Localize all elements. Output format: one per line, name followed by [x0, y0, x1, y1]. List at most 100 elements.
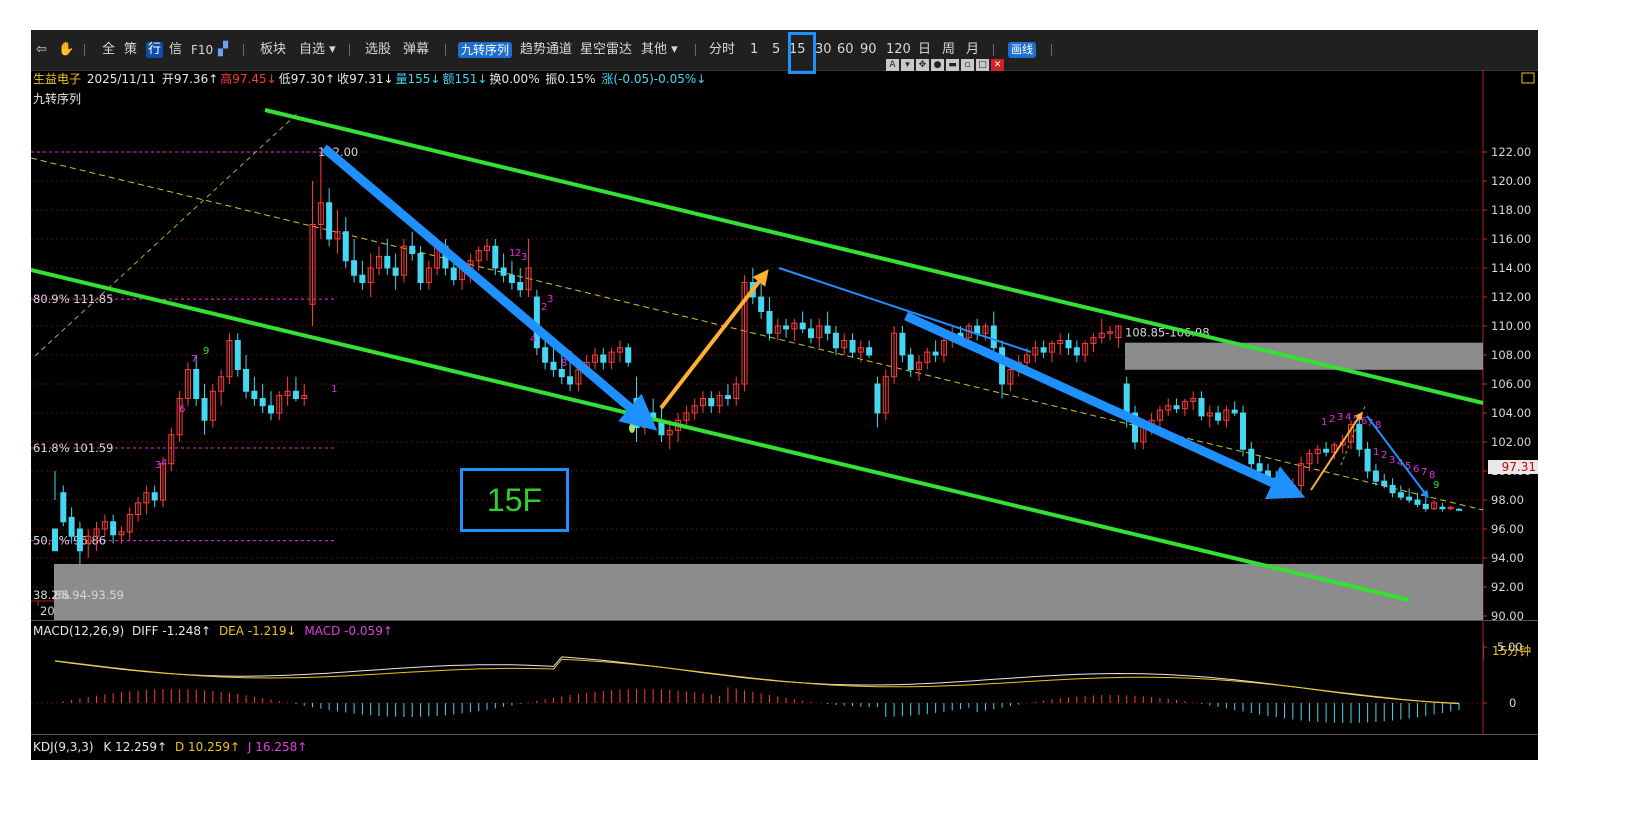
- candle-body: [517, 282, 524, 291]
- stock-name[interactable]: 生益电子: [33, 72, 81, 86]
- candle-body: [500, 267, 507, 276]
- candle: [1065, 333, 1072, 355]
- candle: [932, 340, 939, 363]
- candle: [866, 340, 873, 358]
- tb-other[interactable]: 其他 ▾: [641, 42, 678, 58]
- tb-star-radar[interactable]: 星空雷达: [580, 42, 632, 58]
- candle: [916, 355, 922, 382]
- back-arrow-icon[interactable]: ⇦: [36, 42, 47, 58]
- sequence-marker: 3: [521, 252, 527, 263]
- tb-trend-channel[interactable]: 趋势通道: [520, 42, 572, 58]
- kdj-label: KDJ(9,3,3): [33, 740, 94, 754]
- sequence-marker: 1: [331, 384, 337, 395]
- candle-body: [1456, 508, 1462, 511]
- candle-body: [1422, 503, 1429, 510]
- quote-open: 开97.36↑: [161, 72, 219, 86]
- tb-item-strategy[interactable]: 策: [124, 42, 137, 58]
- period-annotation-box: 15F: [460, 468, 569, 532]
- candle-body: [990, 325, 997, 349]
- sequence-marker: 2: [1329, 414, 1335, 425]
- candle: [409, 231, 416, 261]
- candle: [151, 485, 158, 508]
- candle: [218, 369, 225, 406]
- tb-item-info[interactable]: 信: [169, 42, 182, 58]
- period-month[interactable]: 月: [966, 42, 979, 58]
- tb-danmaku[interactable]: 弹幕: [403, 42, 429, 58]
- price-tick-label: 112.00: [1491, 290, 1531, 304]
- candle: [392, 253, 399, 290]
- sequence-marker: 9: [1433, 480, 1439, 491]
- tb-item-f10[interactable]: F10: [191, 42, 213, 58]
- period-60[interactable]: 60: [837, 42, 854, 58]
- candle: [625, 343, 632, 367]
- macd-panel[interactable]: 5.00 0 MACD(12,26,9) DIFF -1.248↑ DEA -1.…: [31, 620, 1538, 735]
- signal-dot: [629, 423, 635, 433]
- price-panel[interactable]: 122.00 120.00 118.00 116.00 114.00 112.00 110.…: [31, 70, 1538, 659]
- layout-icon[interactable]: ▞: [218, 42, 228, 58]
- candle: [791, 318, 798, 341]
- tb-item-all[interactable]: 全: [102, 42, 115, 58]
- candle-body: [1256, 463, 1263, 472]
- candle: [1439, 502, 1446, 512]
- candle-body: [342, 231, 349, 262]
- period-5[interactable]: 5: [772, 42, 780, 58]
- period-120[interactable]: 120: [886, 42, 911, 58]
- candle: [1314, 444, 1321, 464]
- candle: [808, 318, 814, 344]
- candle: [351, 239, 358, 283]
- kdj-info: KDJ(9,3,3) K 12.259↑ D 10.259↑ J 16.258↑: [33, 740, 307, 754]
- macd-chart[interactable]: 5.00 0: [31, 621, 1538, 735]
- hand-icon[interactable]: ✋: [58, 42, 74, 58]
- candle: [608, 347, 615, 370]
- period-1[interactable]: 1: [750, 42, 758, 58]
- candle-body: [1248, 448, 1255, 465]
- candle: [816, 318, 823, 348]
- tb-stock-picker[interactable]: 选股: [365, 42, 391, 58]
- candle-body: [974, 325, 981, 334]
- tb-timeshare[interactable]: 分时: [709, 42, 735, 58]
- candle: [276, 391, 283, 421]
- period-90[interactable]: 90: [860, 42, 877, 58]
- sequence-marker: 1: [1321, 417, 1327, 428]
- tb-sector[interactable]: 板块: [260, 42, 286, 58]
- quote-amount: 额151↓: [442, 72, 488, 86]
- candle-body: [392, 267, 399, 276]
- candle-body: [542, 347, 549, 363]
- price-tick-label: 122.00: [1491, 145, 1531, 159]
- period-30[interactable]: 30: [815, 42, 832, 58]
- candle: [525, 239, 532, 297]
- candle: [832, 326, 839, 355]
- tb-draw-line-chip[interactable]: 画线: [1008, 42, 1036, 58]
- candle-body: [999, 347, 1006, 385]
- price-tick-label: 90.00: [1491, 609, 1524, 620]
- price-tick-label: 108.00: [1491, 348, 1531, 362]
- candle: [1048, 340, 1055, 363]
- candle: [301, 384, 308, 406]
- period-week[interactable]: 周: [942, 42, 955, 58]
- candle: [268, 391, 274, 421]
- candle: [226, 333, 233, 384]
- candle: [1414, 492, 1421, 508]
- candle-body: [1123, 383, 1130, 414]
- kdj-j: J 16.258↑: [247, 740, 308, 754]
- tb-item-quote[interactable]: 行: [146, 42, 164, 58]
- candle: [1090, 333, 1097, 353]
- candle-body: [508, 274, 515, 283]
- macd-diff-line: [54, 656, 1460, 704]
- candle-body: [824, 325, 831, 334]
- tb-nine-turn-chip[interactable]: 九转序列: [458, 42, 513, 58]
- candle: [1073, 340, 1080, 363]
- kdj-panel[interactable]: KDJ(9,3,3) K 12.259↑ D 10.259↑ J 16.258↑: [31, 734, 1538, 760]
- candlestick-chart[interactable]: 122.00 120.00 118.00 116.00 114.00 112.00 110.…: [31, 70, 1538, 620]
- tb-watchlist[interactable]: 自选 ▾: [299, 42, 336, 58]
- period-day[interactable]: 日: [918, 42, 931, 58]
- candle-body: [849, 340, 856, 353]
- kdj-k: K 12.259↑: [103, 740, 168, 754]
- candle-body: [758, 296, 765, 312]
- midline-dashed: [31, 157, 1484, 511]
- candle: [1082, 340, 1089, 363]
- candle-body: [259, 398, 266, 407]
- quote-date: 2025/11/11: [86, 72, 157, 86]
- candle-body: [625, 347, 632, 363]
- candle-body: [76, 528, 83, 552]
